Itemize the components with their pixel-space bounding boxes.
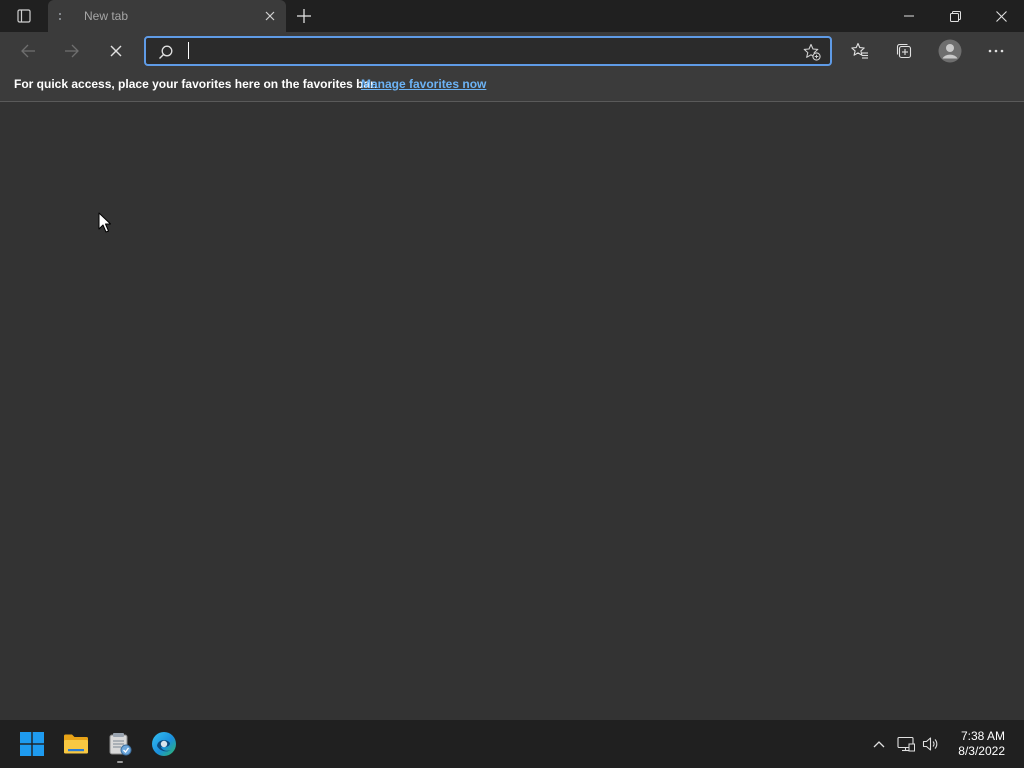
running-app-button[interactable]: [104, 728, 136, 760]
favorites-bar-message: For quick access, place your favorites h…: [14, 77, 378, 91]
start-button[interactable]: [16, 728, 48, 760]
network-button[interactable]: [896, 734, 916, 754]
browser-toolbar: [0, 32, 1024, 70]
close-icon: [995, 10, 1007, 22]
restore-icon: [949, 10, 961, 22]
loading-icon: [58, 8, 62, 24]
app-icon: [109, 733, 132, 756]
back-arrow-icon: [21, 44, 35, 58]
mouse-cursor-icon: [98, 212, 111, 233]
title-bar: New tab: [0, 0, 1024, 32]
collections-icon: [896, 43, 912, 59]
plus-icon: [297, 9, 311, 23]
search-icon: [159, 45, 173, 59]
forward-arrow-icon: [65, 44, 79, 58]
new-tab-button[interactable]: [292, 4, 316, 28]
tab-actions-button[interactable]: [10, 6, 38, 26]
clock-time: 7:38 AM: [960, 729, 1005, 743]
profile-icon: [938, 39, 962, 63]
page-content: [0, 103, 1024, 720]
favorites-icon: [851, 42, 868, 59]
manage-favorites-link[interactable]: Manage favorites now: [361, 77, 486, 91]
close-window-button[interactable]: [978, 0, 1024, 32]
system-clock[interactable]: 7:38 AM 8/3/2022: [958, 729, 1005, 759]
minimize-icon: [904, 15, 914, 17]
network-icon: [897, 736, 915, 752]
tray-overflow-button[interactable]: [869, 734, 889, 754]
forward-button[interactable]: [57, 36, 87, 66]
edge-icon: [152, 732, 176, 756]
more-icon: [988, 49, 1004, 53]
chevron-up-icon: [873, 741, 885, 748]
volume-icon: [922, 737, 938, 751]
restore-button[interactable]: [932, 0, 978, 32]
file-explorer-button[interactable]: [60, 728, 92, 760]
back-button[interactable]: [13, 36, 43, 66]
windows-start-icon: [20, 732, 44, 756]
add-favorite-button[interactable]: [802, 42, 822, 62]
tab-title: New tab: [84, 9, 129, 23]
stop-icon: [110, 45, 122, 57]
text-caret: [188, 42, 189, 59]
star-add-icon: [803, 43, 821, 61]
more-options-button[interactable]: [981, 36, 1011, 66]
folder-icon: [64, 734, 88, 754]
collections-button[interactable]: [889, 36, 919, 66]
stop-button[interactable]: [101, 36, 131, 66]
tab-new-tab[interactable]: New tab: [48, 0, 286, 32]
running-indicator: [117, 761, 123, 763]
address-input[interactable]: [186, 41, 786, 61]
volume-button[interactable]: [921, 734, 941, 754]
desktop: New tab For quick access, place your fav…: [0, 0, 1024, 768]
tab-actions-icon: [17, 9, 31, 23]
minimize-button[interactable]: [886, 0, 932, 32]
edge-button[interactable]: [148, 728, 180, 760]
favorites-bar: For quick access, place your favorites h…: [0, 70, 1024, 102]
tab-close-button[interactable]: [262, 8, 278, 24]
favorites-button[interactable]: [845, 36, 875, 66]
address-bar[interactable]: [144, 36, 832, 66]
profile-button[interactable]: [935, 36, 965, 66]
close-icon: [265, 11, 275, 21]
taskbar: 7:38 AM 8/3/2022: [0, 720, 1024, 768]
clock-date: 8/3/2022: [958, 744, 1005, 758]
